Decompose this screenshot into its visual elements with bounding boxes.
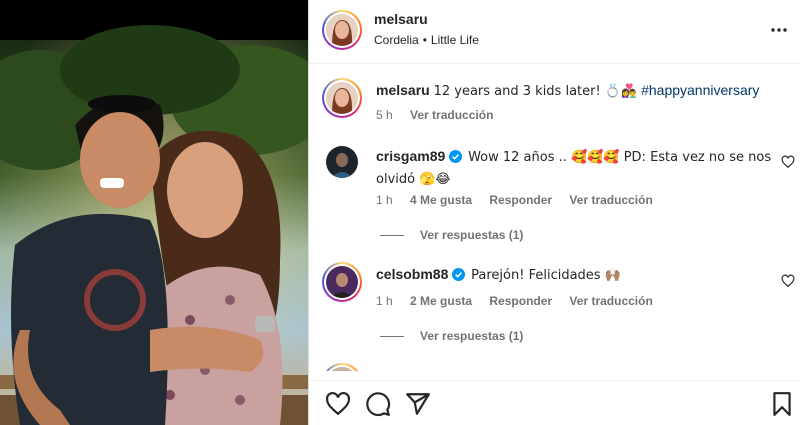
view-replies-label: Ver respuestas (1) (420, 329, 524, 343)
paper-plane-icon[interactable] (405, 391, 431, 417)
audio-info[interactable]: Cordelia • Little Life (374, 33, 479, 47)
author-username[interactable]: melsaru (374, 11, 428, 27)
audio-artist[interactable]: Cordelia (374, 33, 419, 47)
view-replies-button[interactable]: Ver respuestas (1) (380, 228, 523, 242)
reply-button[interactable]: Responder (489, 294, 552, 308)
comment-username[interactable]: celsobm88 (376, 266, 448, 282)
comment-avatar-image (326, 146, 358, 178)
caption-username[interactable]: melsaru (376, 82, 430, 98)
comment-likes[interactable]: 2 Me gusta (410, 294, 472, 308)
author-avatar-image (326, 14, 358, 46)
comment-icon[interactable] (365, 391, 391, 417)
caption-avatar[interactable] (322, 78, 362, 118)
verified-badge-icon (452, 268, 466, 281)
post-detail-panel: melsaru Cordelia • Little Life melsaru 12 … (308, 0, 800, 425)
translate-button[interactable]: Ver traducción (569, 294, 652, 308)
caption-body: 12 years and 3 kids later! 💍👩‍❤️‍👨 (433, 84, 638, 99)
post-photo[interactable] (0, 0, 308, 425)
audio-separator: • (422, 33, 427, 47)
comment-likes[interactable]: 4 Me gusta (410, 193, 472, 207)
comment-time[interactable]: 1 h (376, 193, 393, 207)
view-replies-label: Ver respuestas (1) (420, 228, 524, 242)
more-icon[interactable] (769, 20, 789, 40)
comment-avatar[interactable] (326, 146, 358, 178)
comment-username[interactable]: crisgam89 (376, 148, 445, 164)
translate-button[interactable]: Ver traducción (569, 193, 652, 207)
heart-icon[interactable] (325, 391, 351, 417)
couple-photo-image (0, 25, 308, 425)
caption-avatar-image (326, 82, 358, 114)
comments-list[interactable]: melsaru 12 years and 3 kids later! 💍👩‍❤️… (309, 65, 800, 371)
comment-avatar[interactable] (322, 363, 362, 371)
comment-like-heart-icon[interactable] (781, 274, 795, 288)
replies-divider (380, 235, 404, 237)
comment-text: crisgam89 Wow 12 años .. 🥰🥰🥰 PD: Esta ve… (376, 146, 776, 190)
post-actions-bar (309, 380, 800, 425)
view-replies-button[interactable]: Ver respuestas (1) (380, 329, 523, 343)
comment-like-heart-icon[interactable] (781, 155, 795, 169)
author-avatar[interactable] (322, 10, 362, 50)
comment-time[interactable]: 1 h (376, 294, 393, 308)
audio-title[interactable]: Little Life (431, 33, 479, 47)
comment-meta: 1 h 2 Me gusta Responder Ver traducción (376, 294, 667, 308)
caption-translate-button[interactable]: Ver traducción (410, 108, 493, 122)
replies-divider (380, 336, 404, 338)
caption-meta: 5 h Ver traducción (376, 108, 507, 122)
caption-text: melsaru 12 years and 3 kids later! 💍👩‍❤️… (376, 80, 776, 102)
caption-time[interactable]: 5 h (376, 108, 393, 122)
verified-badge-icon (449, 150, 463, 163)
comment-meta: 1 h 4 Me gusta Responder Ver traducción (376, 193, 667, 207)
comment-avatar-image (326, 266, 358, 298)
bookmark-icon[interactable] (769, 391, 795, 417)
post-header: melsaru Cordelia • Little Life (309, 0, 800, 64)
hashtag-link[interactable]: #happyanniversary (641, 82, 759, 98)
reply-button[interactable]: Responder (489, 193, 552, 207)
comment-text: celsobm88 Parejón! Felicidades 🙌🏽 (376, 264, 776, 286)
comment-body: Parejón! Felicidades 🙌🏽 (471, 268, 621, 283)
comment-avatar[interactable] (322, 262, 362, 302)
